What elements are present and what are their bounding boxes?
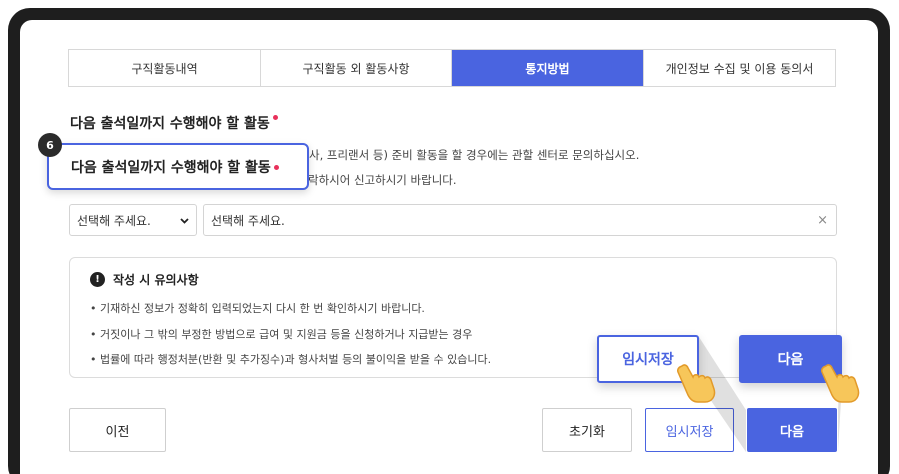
pointing-hand-icon xyxy=(821,364,860,403)
pointing-hand-icon xyxy=(677,364,716,403)
highlight-shadow xyxy=(699,337,842,452)
